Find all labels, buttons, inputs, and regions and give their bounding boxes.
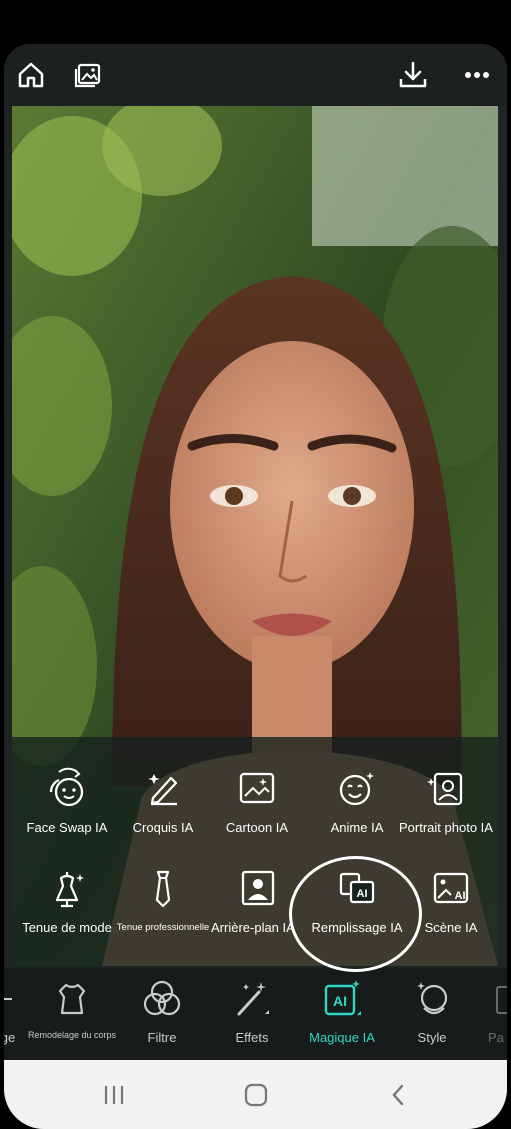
more-icon[interactable]	[460, 58, 494, 92]
tool-sketch[interactable]: Croquis IA	[113, 764, 213, 836]
svg-text:AI: AI	[455, 890, 466, 902]
tool-label: Croquis IA	[132, 820, 194, 835]
home-icon[interactable]	[14, 58, 48, 92]
tool-label: Arrière-plan IA	[211, 920, 295, 935]
face-swap-icon	[17, 764, 117, 812]
cartoon-icon	[207, 764, 307, 812]
tab-label: Pa	[488, 1030, 504, 1045]
tool-fashion-outfit[interactable]: Tenue de mode	[17, 864, 117, 936]
ai-fill-icon: AI	[307, 864, 407, 912]
tab-style[interactable]: Style	[400, 968, 464, 1060]
tool-scene[interactable]: AI Scène IA	[401, 864, 501, 936]
tab-effects[interactable]: Effets	[220, 968, 284, 1060]
tool-cartoon[interactable]: Cartoon IA	[207, 764, 307, 836]
tool-label: Cartoon IA	[225, 820, 289, 835]
back-icon[interactable]	[378, 1080, 418, 1110]
fashion-icon	[17, 864, 117, 912]
bottom-tab-bar: ge Remodelage du corps Filtre Effets AI …	[4, 968, 507, 1060]
tie-icon	[113, 864, 213, 912]
scene-icon: AI	[401, 864, 501, 912]
tab-label: Effets	[235, 1030, 269, 1045]
sketch-icon	[113, 764, 213, 812]
tool-label: Remplissage IA	[311, 920, 403, 935]
top-bar	[4, 44, 507, 106]
ai-icon: AI	[302, 968, 382, 1030]
tool-ai-fill[interactable]: AI Remplissage IA	[307, 864, 407, 936]
tool-label: Tenue de mode	[22, 920, 112, 935]
tab-label: Magique IA	[309, 1030, 375, 1045]
system-nav-bar	[4, 1060, 507, 1129]
app-window: Face Swap IA Croquis IA Cartoon IA Anime…	[4, 44, 507, 1129]
tool-label: Scène IA	[424, 920, 478, 935]
svg-text:AI: AI	[333, 993, 347, 1009]
tool-label: Anime IA	[330, 820, 384, 835]
tab-partial-left[interactable]: ge	[4, 968, 20, 1060]
tool-face-swap[interactable]: Face Swap IA	[17, 764, 117, 836]
home-button-icon[interactable]	[236, 1080, 276, 1110]
recent-apps-icon[interactable]	[94, 1080, 134, 1110]
style-icon	[400, 968, 464, 1030]
partial-icon	[488, 968, 507, 1030]
background-icon	[211, 864, 303, 912]
tab-partial-right[interactable]: Pa	[488, 968, 507, 1060]
tool-anime[interactable]: Anime IA	[307, 764, 407, 836]
portrait-icon	[399, 764, 495, 812]
tab-label: Filtre	[147, 1030, 177, 1045]
body-icon	[26, 968, 118, 1030]
tab-filter[interactable]: Filtre	[130, 968, 194, 1060]
tool-label: Tenue professionnelle	[116, 922, 210, 933]
tab-label: ge	[4, 1030, 16, 1045]
anime-icon	[307, 764, 407, 812]
tool-background[interactable]: Arrière-plan IA	[211, 864, 303, 936]
svg-text:AI: AI	[357, 888, 368, 900]
gallery-icon[interactable]	[71, 58, 105, 92]
download-icon[interactable]	[396, 58, 430, 92]
wand-icon	[220, 968, 284, 1030]
tool-label: Portrait photo IA	[399, 820, 493, 835]
tab-label: Style	[417, 1030, 447, 1045]
tool-professional-outfit[interactable]: Tenue professionnelle	[113, 864, 213, 936]
filter-icon	[130, 968, 194, 1030]
arrow-icon	[4, 968, 20, 1030]
tool-portrait-photo[interactable]: Portrait photo IA	[399, 764, 495, 836]
tab-label: Remodelage du corps	[27, 1030, 117, 1040]
tool-label: Face Swap IA	[26, 820, 108, 835]
tab-body-reshape[interactable]: Remodelage du corps	[26, 968, 118, 1060]
tab-magic-ai[interactable]: AI Magique IA	[302, 968, 382, 1060]
